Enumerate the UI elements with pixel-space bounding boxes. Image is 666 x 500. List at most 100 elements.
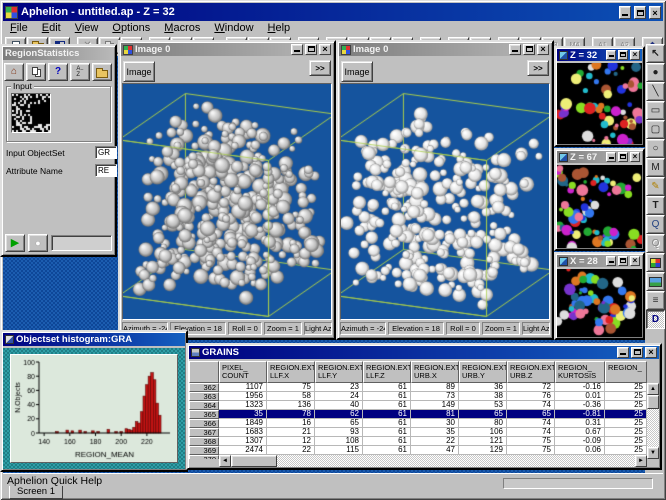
grains-minimize-button[interactable] [617, 347, 629, 358]
export-button[interactable] [92, 63, 112, 81]
slice-z32-canvas[interactable] [557, 63, 642, 144]
table-row-362[interactable]: 362 1107 75 23 61 89 36 72 -0.16 25 [189, 383, 649, 392]
zoom-in-tool[interactable]: Q [646, 215, 665, 234]
operator-help-button[interactable]: ? [48, 63, 68, 81]
menu-edit[interactable]: Edit [35, 22, 68, 35]
scroll-right-button[interactable]: ► [635, 455, 647, 467]
slice-z32-maximize-button[interactable] [618, 50, 628, 60]
image-window-1-titlebar[interactable]: Image 0 × [121, 43, 333, 56]
table-row-364[interactable]: 364 1323 136 40 61 149 53 74 -0.36 25 [189, 401, 649, 410]
slice-z67-minimize-button[interactable] [606, 152, 616, 162]
slice-z67-titlebar[interactable]: Z = 67 × [557, 151, 642, 163]
table-row-365[interactable]: 365 35 78 62 61 81 65 65 -0.81 25 [189, 410, 649, 419]
column-header[interactable]: PIXEL_ COUNT [219, 361, 267, 383]
scroll-down-button[interactable]: ▼ [647, 447, 659, 459]
profile-tool[interactable]: ≡ [646, 291, 665, 310]
menu-help[interactable]: Help [261, 22, 298, 35]
grains-maximize-button[interactable] [631, 347, 643, 358]
table-row-369[interactable]: 369 2474 22 115 61 47 129 75 0.06 25 [189, 446, 649, 455]
grains-close-button[interactable]: × [645, 347, 657, 358]
histogram-titlebar[interactable]: Objectset histogram:GRA [3, 333, 185, 346]
grains-vertical-scrollbar[interactable]: ▲ ▼ [647, 383, 659, 459]
3d-render-canvas-2[interactable] [341, 84, 549, 318]
slice-x28-close-button[interactable]: × [630, 256, 640, 266]
region-statistics-titlebar[interactable]: RegionStatistics [3, 47, 114, 60]
column-header[interactable]: REGION.EXTI LLF.Y [315, 361, 363, 383]
menu-view[interactable]: View [68, 22, 106, 35]
column-header[interactable]: REGION.EXTI LLF.Z [363, 361, 411, 383]
objectset-display-tool[interactable]: D [646, 310, 665, 329]
input-objectset-field[interactable]: GR [95, 146, 117, 159]
operator-home-button[interactable]: ⌂ [4, 63, 24, 81]
main-titlebar[interactable]: Aphelion - untitled.ap - Z = 32 × [3, 3, 663, 21]
image-window-2-minimize-button[interactable] [509, 44, 521, 55]
column-header[interactable]: REGION_ [605, 361, 647, 383]
slice-x28-maximize-button[interactable] [618, 256, 628, 266]
slice-z32-minimize-button[interactable] [606, 50, 616, 60]
point-tool[interactable]: ● [646, 63, 665, 82]
sort-button[interactable]: A.. Z [70, 63, 90, 81]
slice-x28-minimize-button[interactable] [606, 256, 616, 266]
ellipse-tool[interactable]: ○ [646, 139, 665, 158]
column-header[interactable]: REGION.EXTI URB.Y [459, 361, 507, 383]
expand-toolbar-button[interactable]: >> [309, 60, 331, 76]
slice-z67-maximize-button[interactable] [618, 152, 628, 162]
column-header[interactable]: REGION.EXTI URB.Z [507, 361, 555, 383]
image-window-2-titlebar[interactable]: Image 0 × [339, 43, 551, 56]
menu-macros[interactable]: Macros [157, 22, 207, 35]
minimize-button[interactable] [619, 5, 631, 19]
screen-tab[interactable]: Screen 1 [9, 486, 63, 499]
cell: 25 [605, 428, 647, 437]
slice-z32-close-button[interactable]: × [630, 50, 640, 60]
menu-options[interactable]: Options [105, 22, 157, 35]
image-window-2-maximize-button[interactable] [523, 44, 535, 55]
copy-settings-button[interactable] [26, 63, 46, 81]
expand-toolbar-button[interactable]: >> [527, 60, 549, 76]
column-header[interactable]: REGION.EXTI URB.X [411, 361, 459, 383]
app-icon[interactable] [5, 5, 18, 19]
slice-z32-titlebar[interactable]: Z = 32 × [557, 49, 642, 61]
table-row-368[interactable]: 368 1307 12 108 61 22 121 75 -0.09 25 [189, 437, 649, 446]
slice-x28-canvas[interactable] [557, 269, 642, 337]
rounded-rectangle-tool[interactable]: ▢ [646, 120, 665, 139]
menu-file[interactable]: File [3, 22, 35, 35]
attribute-name-field[interactable]: RE [95, 164, 117, 177]
table-row-363[interactable]: 363 1956 58 24 61 73 38 76 0.01 25 [189, 392, 649, 401]
polygon-tool[interactable]: M [646, 158, 665, 177]
image-menu-button[interactable]: Image [341, 61, 373, 82]
run-operator-button[interactable]: ▶ [5, 234, 25, 252]
line-tool[interactable]: ╲ [646, 82, 665, 101]
column-header[interactable]: REGION.EXTI LLF.X [267, 361, 315, 383]
polygon-icon: M [651, 161, 660, 173]
grains-horizontal-scrollbar[interactable]: ◄ ► [219, 455, 647, 467]
image-window-1-close-button[interactable]: × [319, 44, 331, 55]
ellipse-icon: ○ [652, 142, 659, 154]
3d-render-canvas-1[interactable] [123, 84, 331, 318]
pencil-tool[interactable]: ✎ [646, 177, 665, 196]
close-button[interactable]: × [649, 5, 661, 19]
menu-window[interactable]: Window [207, 22, 260, 35]
image-menu-button[interactable]: Image [123, 61, 155, 82]
vertical-scroll-thumb[interactable] [647, 395, 659, 409]
table-row-367[interactable]: 367 1683 21 93 61 35 106 74 0.67 25 [189, 428, 649, 437]
scroll-left-button[interactable]: ◄ [219, 455, 231, 467]
stop-operator-button[interactable]: ● [28, 234, 48, 252]
grains-titlebar[interactable]: GRAINS × [189, 346, 659, 359]
slice-x28-titlebar[interactable]: X = 28 × [557, 255, 642, 267]
image-window-2-close-button[interactable]: × [537, 44, 549, 55]
image-window-1-maximize-button[interactable] [305, 44, 317, 55]
text-tool[interactable]: T [646, 196, 665, 215]
overlay-tool[interactable] [646, 272, 665, 291]
pointer-tool[interactable]: ↖ [646, 44, 665, 63]
column-header[interactable]: REGION_ KURTOSIS [555, 361, 605, 383]
scroll-up-button[interactable]: ▲ [647, 383, 659, 395]
slice-z67-close-button[interactable]: × [630, 152, 640, 162]
slice-z67-canvas[interactable] [557, 165, 642, 248]
horizontal-scroll-thumb[interactable] [231, 455, 277, 467]
image-window-1-minimize-button[interactable] [291, 44, 303, 55]
column-header[interactable] [189, 361, 219, 383]
rectangle-tool[interactable]: ▭ [646, 101, 665, 120]
restore-button[interactable] [634, 5, 646, 19]
table-row-366[interactable]: 366 1849 16 65 61 30 80 74 0.31 25 [189, 419, 649, 428]
palette-tool[interactable] [646, 253, 665, 272]
